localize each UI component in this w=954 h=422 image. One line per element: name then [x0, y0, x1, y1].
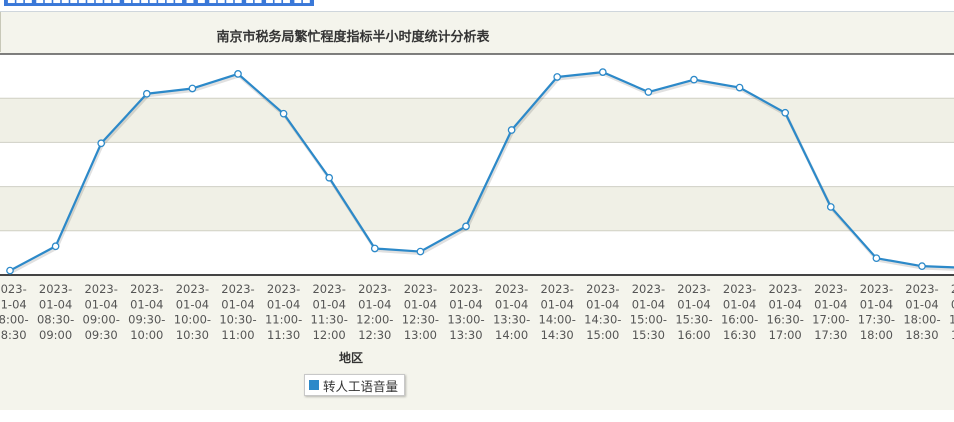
chart-canvas: 2023-01-0408:00-08:30 2023-01-0408:30-09:…	[0, 53, 954, 342]
data-point[interactable]	[598, 68, 607, 76]
x-tick-label: 2023-01-04 12:30-13:00	[402, 282, 439, 342]
x-tick-label: 2023-01-04 16:30-17:00	[767, 282, 804, 342]
x-tick-label: 2023-01-04 11:30-12:00	[311, 282, 348, 342]
x-tick-label: 2023-01-04 08:30-09:00	[37, 282, 74, 342]
x-tick-label: 2023-01-04 09:00-09:30	[83, 282, 120, 342]
x-axis-label: 地区	[338, 351, 363, 365]
x-tick-label: 2023-01-04 11:00-11:30	[265, 282, 302, 342]
data-point[interactable]	[826, 203, 835, 211]
x-tick-label: 2023-01-04 17:30-18:00	[858, 282, 895, 342]
x-tick-label: 2023-01-04 17:00-17:30	[812, 282, 849, 342]
data-point[interactable]	[370, 244, 379, 253]
x-tick-label: 2023-01-04 13:30-14:00	[493, 282, 530, 342]
x-tick-label: 2023-01-0408:00-08:30	[0, 282, 29, 342]
x-tick-label: 2023-01-04 18:00-18:30	[903, 282, 940, 342]
plot-band	[0, 98, 954, 143]
x-tick-label: 2023-01-04 10:00-10:30	[174, 282, 211, 342]
data-point[interactable]	[781, 108, 790, 117]
page-bottom	[0, 410, 954, 422]
data-point[interactable]	[462, 222, 470, 231]
legend[interactable]: 转人工语音量	[304, 374, 406, 396]
data-point[interactable]	[6, 266, 14, 275]
x-tick-label: 2023-01-04 15:30-16:00	[675, 282, 712, 342]
data-point[interactable]	[872, 254, 881, 263]
data-point[interactable]	[918, 262, 926, 271]
x-tick-label: 2023-01-04 10:30-11:00	[219, 282, 256, 342]
data-point[interactable]	[690, 75, 698, 84]
data-point[interactable]	[325, 173, 334, 182]
data-point[interactable]	[279, 109, 288, 118]
legend-label: 转人工语音量	[323, 378, 399, 394]
data-point[interactable]	[416, 247, 425, 256]
data-point[interactable]	[142, 89, 151, 98]
x-tick-label: 2023-01-0418:30-19:00	[949, 282, 954, 342]
data-point[interactable]	[507, 126, 516, 134]
chart-title: 南京市税务局繁忙程度指标半小时度统计分析表	[216, 30, 490, 45]
data-point[interactable]	[234, 70, 242, 78]
legend-swatch	[309, 380, 319, 390]
plot-band	[0, 54, 954, 99]
x-tick-label: 2023-01-04 16:00-16:30	[721, 282, 758, 342]
x-tick-label: 2023-01-04 13:00-13:30	[447, 282, 484, 342]
data-point[interactable]	[188, 84, 197, 93]
data-point[interactable]	[97, 139, 106, 148]
data-point[interactable]	[644, 88, 653, 96]
data-point[interactable]	[735, 83, 744, 92]
plot-band	[0, 230, 954, 275]
x-tick-label: 2023-01-04 15:00-15:30	[630, 282, 667, 342]
data-point[interactable]	[553, 73, 562, 81]
x-tick-label: 2023-01-04 12:00-12:30	[356, 282, 393, 342]
x-tick-label: 2023-01-04 09:30-10:00	[128, 282, 165, 342]
x-tick-label: 2023-01-04 14:30-15:00	[584, 282, 621, 342]
data-point[interactable]	[51, 242, 60, 251]
x-tick-label: 2023-01-04 14:00-14:30	[539, 282, 576, 342]
